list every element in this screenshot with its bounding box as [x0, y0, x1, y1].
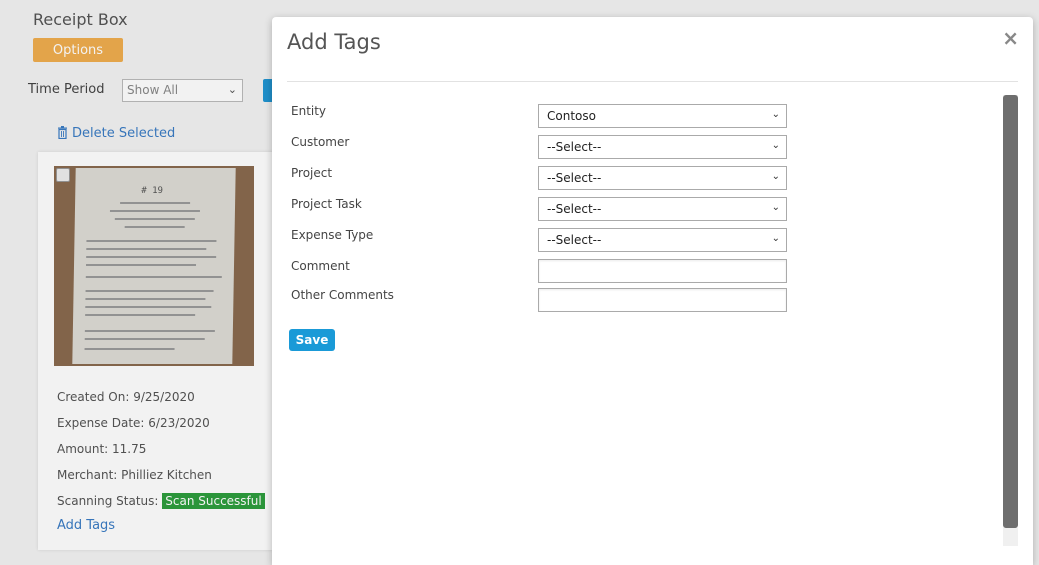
entity-value: Contoso — [547, 109, 596, 123]
close-icon[interactable]: × — [1002, 26, 1019, 50]
customer-row: Customer --Select-- ⌄ — [291, 135, 791, 159]
project-task-row: Project Task --Select-- ⌄ — [291, 197, 791, 221]
expense-type-value: --Select-- — [547, 233, 602, 247]
chevron-down-icon: ⌄ — [771, 140, 780, 151]
expense-type-select[interactable]: --Select-- ⌄ — [538, 228, 787, 252]
project-select[interactable]: --Select-- ⌄ — [538, 166, 787, 190]
comment-input[interactable] — [538, 259, 787, 283]
project-task-label: Project Task — [291, 197, 362, 211]
comment-row: Comment — [291, 259, 791, 283]
chevron-down-icon: ⌄ — [771, 109, 780, 120]
other-comments-label: Other Comments — [291, 288, 394, 302]
project-label: Project — [291, 166, 333, 180]
modal-title: Add Tags — [287, 30, 381, 54]
customer-label: Customer — [291, 135, 350, 149]
project-row: Project --Select-- ⌄ — [291, 166, 791, 190]
add-tags-modal: Add Tags × Entity Contoso ⌄ Customer --S… — [272, 17, 1033, 565]
entity-label: Entity — [291, 104, 327, 118]
expense-type-label: Expense Type — [291, 228, 374, 242]
other-comments-input[interactable] — [538, 288, 787, 312]
customer-select[interactable]: --Select-- ⌄ — [538, 135, 787, 159]
modal-divider — [287, 81, 1018, 82]
project-value: --Select-- — [547, 171, 602, 185]
save-button[interactable]: Save — [289, 329, 335, 351]
scrollbar-thumb[interactable] — [1003, 95, 1018, 528]
customer-value: --Select-- — [547, 140, 602, 154]
entity-select[interactable]: Contoso ⌄ — [538, 104, 787, 128]
other-comments-row: Other Comments — [291, 288, 791, 312]
entity-row: Entity Contoso ⌄ — [291, 104, 791, 128]
chevron-down-icon: ⌄ — [771, 171, 780, 182]
chevron-down-icon: ⌄ — [771, 202, 780, 213]
project-task-select[interactable]: --Select-- ⌄ — [538, 197, 787, 221]
chevron-down-icon: ⌄ — [771, 233, 780, 244]
comment-label: Comment — [291, 259, 350, 273]
expense-type-row: Expense Type --Select-- ⌄ — [291, 228, 791, 252]
project-task-value: --Select-- — [547, 202, 602, 216]
